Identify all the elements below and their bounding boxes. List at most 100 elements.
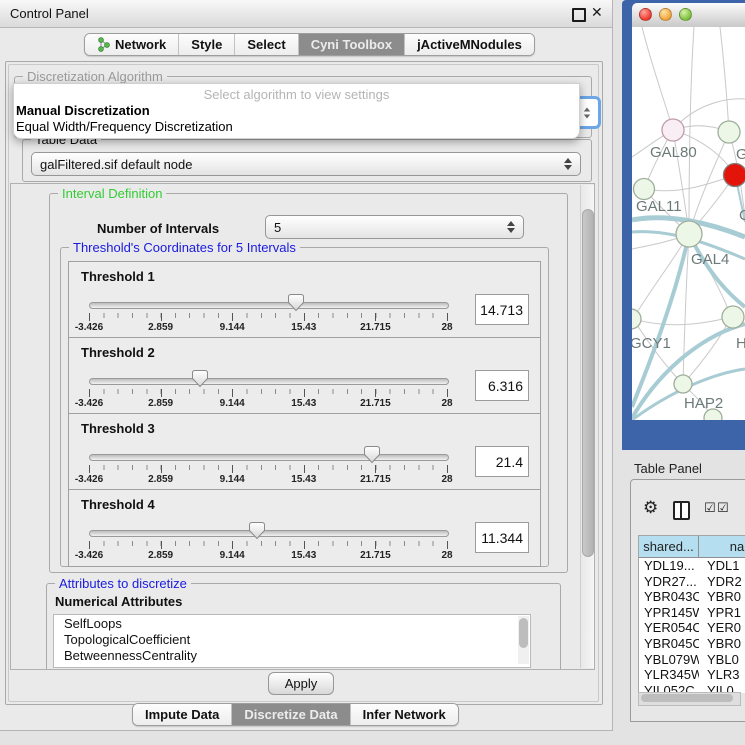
threshold-1-label: Threshold 1 [81,269,155,284]
node-hap2[interactable] [674,375,692,393]
tab-label: Select [247,37,285,52]
threshold-4-slider[interactable]: -3.426 2.859 9.144 15.43 21.715 28 [89,518,447,564]
table-row[interactable]: YBL079WYBL0 [639,652,745,668]
threshold-3-label: Threshold 3 [81,421,155,436]
node-label-gcy1: GCY1 [632,335,671,352]
network-graph: GAL80 GA C GAL11 GAL4 GCY1 H HAP2 [632,27,745,420]
tab-label: Impute Data [145,707,219,722]
tab-impute-data[interactable]: Impute Data [133,704,232,725]
slider-ticks [89,465,447,473]
slider-track[interactable] [89,454,449,461]
node-green-top[interactable] [718,121,740,143]
table-panel-title: Table Panel [634,461,702,476]
slider-tick-labels: -3.426 2.859 9.144 15.43 21.715 28 [89,398,447,410]
slider-ticks [89,389,447,397]
node-label-gal4: GAL4 [691,251,729,268]
tab-label: Network [115,37,166,52]
number-of-intervals-value: 5 [274,220,281,235]
network-nodes[interactable] [632,119,745,420]
attributes-group: Attributes to discretize Numerical Attri… [46,583,561,670]
tab-infer-network[interactable]: Infer Network [351,704,458,725]
table-data-combobox[interactable]: galFiltered.sif default node [31,152,581,176]
threshold-1-slider[interactable]: -3.426 2.859 9.144 15.43 21.715 28 [89,290,447,336]
slider-thumb[interactable] [249,522,265,540]
interval-definition-group: Interval Definition Number of Intervals … [49,193,568,573]
slider-tick-labels: -3.426 2.859 9.144 15.43 21.715 28 [89,322,447,334]
slider-tick-labels: -3.426 2.859 9.144 15.43 21.715 28 [89,550,447,562]
node-red-selected[interactable] [724,164,745,187]
float-panel-icon[interactable] [572,8,586,22]
network-view-window[interactable]: GAL80 GA C GAL11 GAL4 GCY1 H HAP2 [622,0,745,450]
node-label-gal11: GAL11 [636,198,682,215]
tab-select[interactable]: Select [235,34,298,55]
threshold-3-value-field[interactable]: 21.4 [475,446,529,477]
numerical-attributes-label: Numerical Attributes [55,594,182,609]
close-icon[interactable]: ✕ [591,4,603,21]
table-horizontal-scrollbar[interactable] [638,692,741,706]
slider-thumb[interactable] [288,294,304,312]
table-row[interactable]: YPR145WYPR1 [639,605,745,621]
node-gal4[interactable] [676,221,702,247]
interval-definition-label: Interval Definition [58,186,166,201]
dropdown-option-manual[interactable]: Manual Discretization [16,103,150,118]
tab-jactivemnodules[interactable]: jActiveMNodules [405,34,534,55]
slider-track[interactable] [89,530,449,537]
node-label-hap2: HAP2 [684,395,723,412]
node-label-gal80: GAL80 [650,144,697,161]
list-item[interactable]: BetweennessCentrality [54,647,530,663]
apply-row: Apply [6,669,600,702]
table-row[interactable]: YDL19...YDL1 [639,558,745,574]
threshold-2-slider[interactable]: -3.426 2.859 9.144 15.43 21.715 28 [89,366,447,412]
threshold-4-panel: Threshold 4 -3.426 2.859 9.144 [68,489,541,567]
table-row[interactable]: YBR043CYBR0 [639,589,745,605]
tab-discretize-data[interactable]: Discretize Data [232,704,350,725]
threshold-2-value-field[interactable]: 6.316 [475,370,529,401]
settings-vertical-scrollbar[interactable] [580,185,594,668]
slider-track[interactable] [89,302,449,309]
table-row[interactable]: YLR345WYLR3 [639,667,745,683]
number-of-intervals-combobox[interactable]: 5 [265,215,524,239]
apply-button[interactable]: Apply [268,672,334,695]
list-item[interactable]: TopologicalCoefficient [54,631,530,647]
zoom-traffic-light[interactable] [679,8,692,21]
column-header-name[interactable]: name [699,536,745,557]
columns-icon[interactable] [673,501,690,520]
node-right[interactable] [722,306,744,328]
threshold-1-value-field[interactable]: 14.713 [475,294,529,325]
tab-label: Cyni Toolbox [311,37,392,52]
node-gcy1[interactable] [632,309,641,329]
slider-thumb[interactable] [192,370,208,388]
network-canvas[interactable]: GAL80 GA C GAL11 GAL4 GCY1 H HAP2 [632,27,745,420]
tab-network[interactable]: Network [85,34,179,55]
checkbox-checked-icon[interactable]: ☑ [704,500,716,516]
node-table: shared... name YDL19...YDL1 YDR27...YDR2… [638,535,745,693]
column-header-shared[interactable]: shared... [639,536,699,557]
list-item[interactable]: SelfLoops [54,615,530,631]
tab-label: Infer Network [363,707,446,722]
slider-track[interactable] [89,378,449,385]
table-row[interactable]: YER054CYER0 [639,620,745,636]
list-scrollbar[interactable] [518,616,529,664]
scrollbar-thumb[interactable] [582,209,594,557]
tab-cyni-toolbox[interactable]: Cyni Toolbox [299,34,405,55]
control-panel: Control Panel ✕ Network Style Select Cyn… [0,0,613,731]
attributes-group-label: Attributes to discretize [55,576,191,591]
network-window-titlebar[interactable] [632,3,745,28]
minimize-traffic-light[interactable] [659,8,672,21]
scrollbar-thumb[interactable] [641,694,733,702]
threshold-3-slider[interactable]: -3.426 2.859 9.144 15.43 21.715 28 [89,442,447,488]
slider-thumb[interactable] [364,446,380,464]
slider-tick-labels: -3.426 2.859 9.144 15.43 21.715 28 [89,474,447,486]
threshold-4-value-field[interactable]: 11.344 [475,522,529,553]
tab-style[interactable]: Style [179,34,235,55]
table-panel-window: ⚙ ☑ ☑ shared... name YDL19...YDL1 YDR27.… [630,479,745,722]
dropdown-option-equal-width[interactable]: Equal Width/Frequency Discretization [16,119,233,134]
gear-icon[interactable]: ⚙ [643,498,658,518]
table-toolbar: ⚙ ☑ ☑ [631,496,745,526]
node-gal11[interactable] [634,179,655,200]
table-row[interactable]: YBR045CYBR0 [639,636,745,652]
node-gal80[interactable] [662,119,684,141]
table-row[interactable]: YDR27...YDR2 [639,574,745,590]
close-traffic-light[interactable] [639,8,652,21]
checkbox-checked-icon[interactable]: ☑ [717,500,729,516]
